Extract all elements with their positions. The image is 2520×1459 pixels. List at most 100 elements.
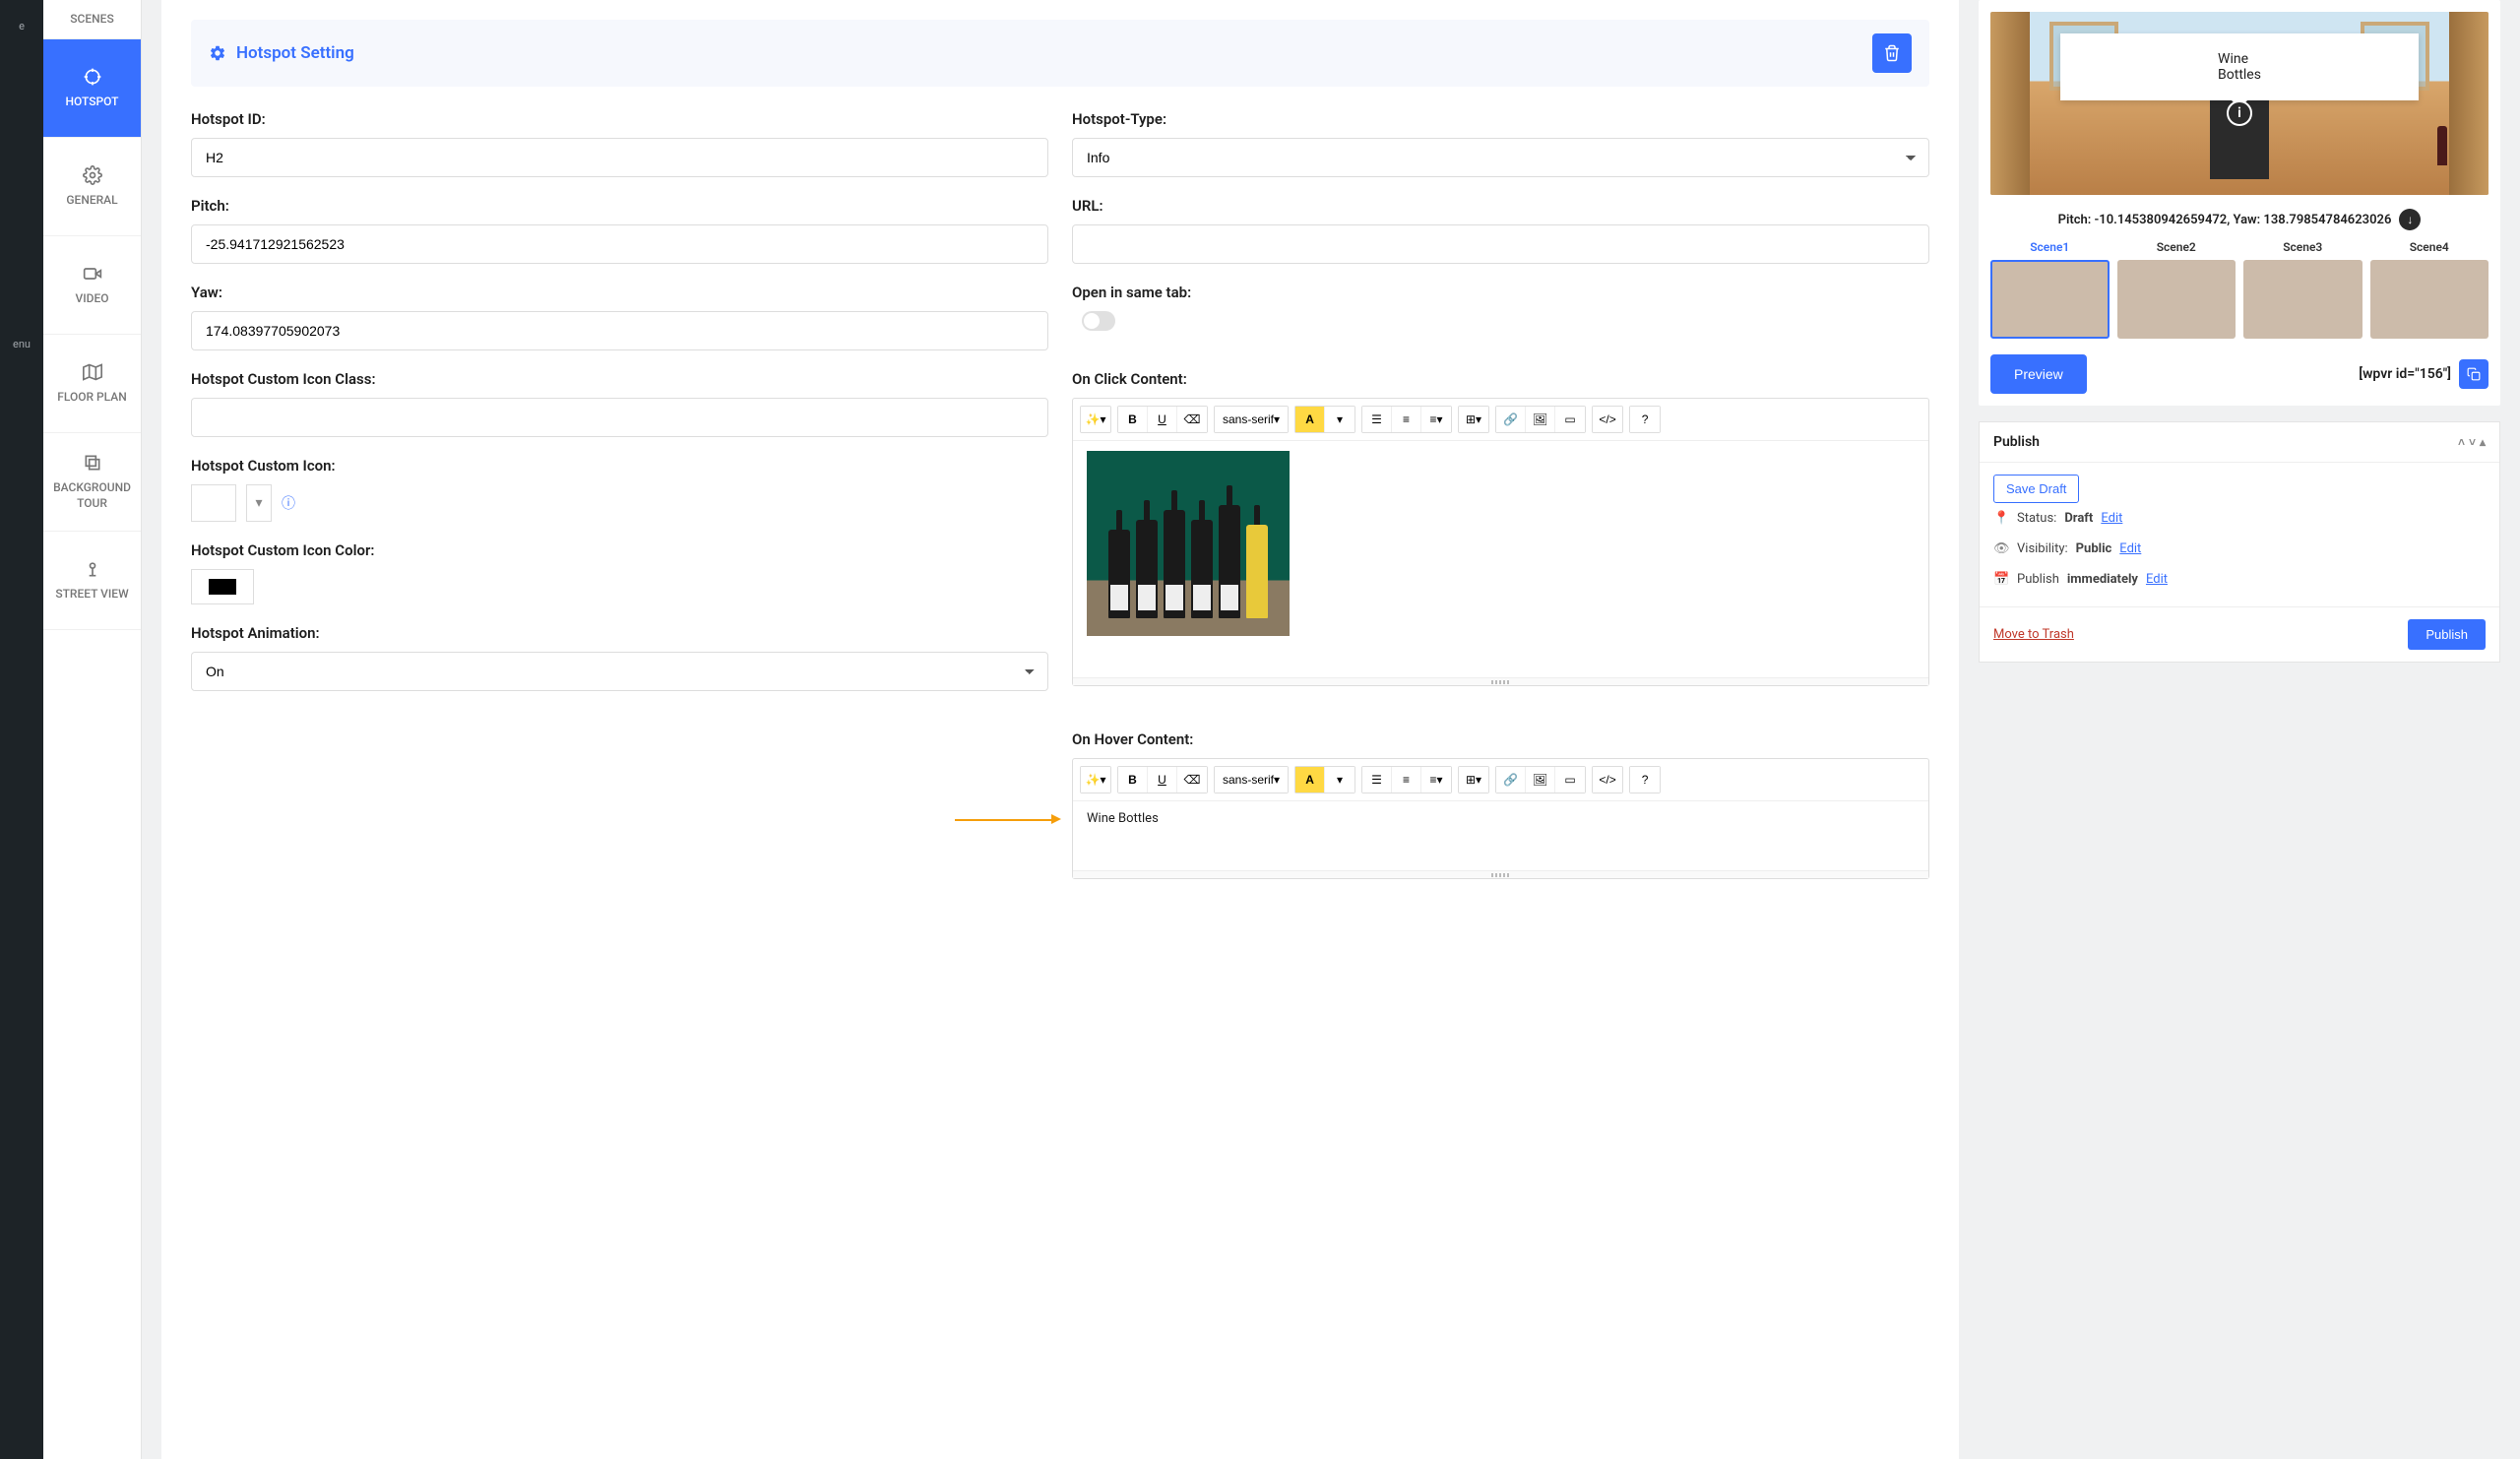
label: Hotspot ID: (191, 110, 1048, 128)
scene-thumbnails: Scene1 Scene2 Scene3 Scene4 (1990, 240, 2488, 339)
layers-icon (83, 453, 102, 473)
rte-color-more-button[interactable]: ▾ (1325, 767, 1354, 793)
rte-ul-button[interactable]: ☰ (1362, 767, 1392, 793)
scene-thumb-1[interactable]: Scene1 (1990, 240, 2110, 339)
rte-eraser-button[interactable]: ⌫ (1177, 407, 1207, 432)
animation-select[interactable]: On (191, 652, 1048, 691)
rte-bold-button[interactable]: B (1118, 767, 1148, 793)
label: On Hover Content: (1072, 730, 1929, 748)
publish-button[interactable]: Publish (2408, 619, 2486, 650)
rte-color-more-button[interactable]: ▾ (1325, 407, 1354, 432)
rte-eraser-button[interactable]: ⌫ (1177, 767, 1207, 793)
rte-magic-button[interactable]: ✨▾ (1081, 767, 1110, 793)
scene-thumb-4[interactable]: Scene4 (2370, 240, 2489, 339)
rte-code-button[interactable]: </> (1593, 407, 1622, 432)
field-on-hover: On Hover Content: ✨▾ B U ⌫ sans-serif ▾ (1072, 730, 1929, 879)
rte-video-button[interactable]: ▭ (1555, 767, 1585, 793)
rte-resize-handle[interactable] (1073, 870, 1928, 878)
panorama-preview[interactable]: Wine Bottles i (1990, 12, 2488, 195)
tab-label: HOTSPOT (66, 95, 119, 110)
publish-title: Publish (1993, 434, 2040, 450)
rte-font-select[interactable]: sans-serif ▾ (1215, 767, 1288, 793)
open-same-tab-toggle[interactable] (1082, 311, 1115, 331)
on-click-content[interactable] (1073, 441, 1928, 677)
calendar-icon: 📅 (1993, 572, 2009, 587)
field-hotspot-type: Hotspot-Type: Info (1072, 110, 1929, 177)
on-hover-content[interactable]: Wine Bottles (1073, 801, 1928, 870)
scene-thumb-3[interactable]: Scene3 (2243, 240, 2362, 339)
rte-underline-button[interactable]: U (1148, 767, 1177, 793)
rte-align-button[interactable]: ≡▾ (1421, 407, 1451, 432)
rte-help-button[interactable]: ? (1630, 407, 1660, 432)
tab-general[interactable]: GENERAL (43, 138, 141, 236)
rte-link-button[interactable]: 🔗 (1496, 767, 1526, 793)
rte-resize-handle[interactable] (1073, 677, 1928, 685)
metabox-up-button[interactable]: ˄ (2458, 435, 2465, 449)
tab-bgtour[interactable]: BACKGROUND TOUR (43, 433, 141, 532)
edit-schedule-link[interactable]: Edit (2146, 572, 2168, 587)
rte-image-button[interactable]: 🖼 (1526, 407, 1555, 432)
hotspot-marker[interactable]: i (2227, 100, 2252, 126)
hotspot-type-select[interactable]: Info (1072, 138, 1929, 177)
label: Hotspot Animation: (191, 624, 1048, 642)
rte-bold-button[interactable]: B (1118, 407, 1148, 432)
hotspot-id-input[interactable] (191, 138, 1048, 177)
metabox-toggle-button[interactable]: ▴ (2480, 435, 2486, 449)
tab-label: FLOOR PLAN (57, 390, 127, 406)
eye-icon: 👁 (1993, 541, 2009, 556)
label: On Click Content: (1072, 370, 1929, 388)
copy-icon (2467, 367, 2481, 381)
tab-scenes[interactable]: SCENES (43, 0, 141, 39)
edit-status-link[interactable]: Edit (2101, 511, 2122, 526)
field-icon: Hotspot Custom Icon: ▾ ⓘ (191, 457, 1048, 522)
copy-shortcode-button[interactable] (2459, 359, 2488, 389)
wp-admin-sidebar[interactable]: e enu (0, 0, 43, 1459)
admin-item[interactable]: e (19, 10, 25, 42)
rte-font-select[interactable]: sans-serif ▾ (1215, 407, 1288, 432)
rte-magic-button[interactable]: ✨▾ (1081, 407, 1110, 432)
rte-help-button[interactable]: ? (1630, 767, 1660, 793)
status-row: 📍 Status: Draft Edit (1993, 503, 2486, 534)
field-pitch: Pitch: (191, 197, 1048, 264)
rte-table-button[interactable]: ⊞▾ (1459, 767, 1488, 793)
icon-dropdown-button[interactable]: ▾ (246, 484, 272, 522)
save-draft-button[interactable]: Save Draft (1993, 475, 2079, 503)
edit-visibility-link[interactable]: Edit (2119, 541, 2141, 556)
rte-link-button[interactable]: 🔗 (1496, 407, 1526, 432)
rte-ol-button[interactable]: ≡ (1392, 407, 1421, 432)
field-icon-color: Hotspot Custom Icon Color: (191, 541, 1048, 604)
rte-video-button[interactable]: ▭ (1555, 407, 1585, 432)
field-animation: Hotspot Animation: On (191, 624, 1048, 691)
rte-image-button[interactable]: 🖼 (1526, 767, 1555, 793)
label: Hotspot Custom Icon Color: (191, 541, 1048, 559)
rte-color-button[interactable]: A (1295, 407, 1325, 432)
url-input[interactable] (1072, 224, 1929, 264)
move-to-trash-link[interactable]: Move to Trash (1993, 627, 2074, 642)
rte-ul-button[interactable]: ☰ (1362, 407, 1392, 432)
tab-hotspot[interactable]: HOTSPOT (43, 39, 141, 138)
icon-preview (191, 484, 236, 522)
icon-class-input[interactable] (191, 398, 1048, 437)
rte-color-button[interactable]: A (1295, 767, 1325, 793)
label: Yaw: (191, 284, 1048, 301)
info-icon[interactable]: ⓘ (282, 493, 295, 513)
yaw-input[interactable] (191, 311, 1048, 350)
rte-underline-button[interactable]: U (1148, 407, 1177, 432)
tab-streetview[interactable]: STREET VIEW (43, 532, 141, 630)
rte-code-button[interactable]: </> (1593, 767, 1622, 793)
rte-ol-button[interactable]: ≡ (1392, 767, 1421, 793)
tab-video[interactable]: VIDEO (43, 236, 141, 335)
rte-table-button[interactable]: ⊞▾ (1459, 407, 1488, 432)
metabox-down-button[interactable]: ˅ (2469, 435, 2476, 449)
scene-thumb-2[interactable]: Scene2 (2117, 240, 2236, 339)
pitch-input[interactable] (191, 224, 1048, 264)
download-coords-button[interactable]: ↓ (2399, 209, 2421, 230)
on-hover-editor: ✨▾ B U ⌫ sans-serif ▾ A ▾ (1072, 758, 1929, 879)
icon-color-picker[interactable] (191, 569, 254, 604)
on-click-editor: ✨▾ B U ⌫ sans-serif ▾ A ▾ (1072, 398, 1929, 686)
tab-floorplan[interactable]: FLOOR PLAN (43, 335, 141, 433)
rte-align-button[interactable]: ≡▾ (1421, 767, 1451, 793)
delete-hotspot-button[interactable] (1872, 33, 1912, 73)
admin-item[interactable]: enu (13, 328, 31, 360)
preview-button[interactable]: Preview (1990, 354, 2087, 394)
